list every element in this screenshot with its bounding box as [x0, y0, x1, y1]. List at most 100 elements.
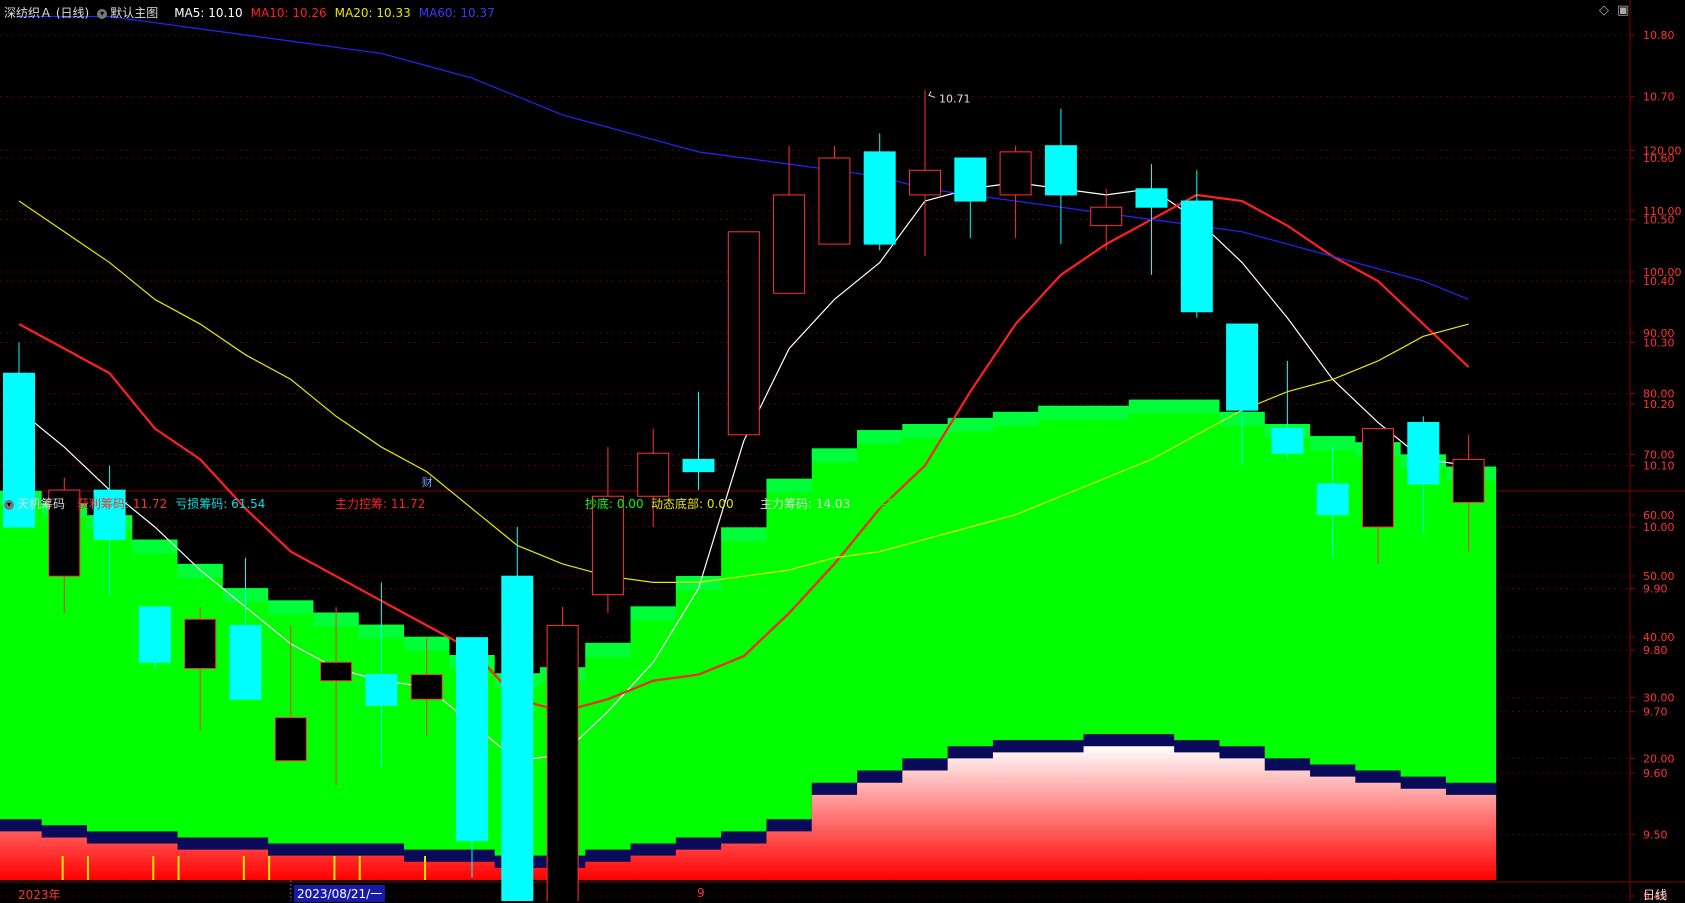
candle-up — [999, 151, 1032, 196]
chevron-down-icon: ▾ — [4, 499, 14, 510]
retail-chips-cap — [947, 417, 993, 432]
y-tick-label: 50.00 — [1643, 570, 1675, 583]
retail-chips-cap — [811, 448, 858, 463]
retail-chips-cap — [268, 600, 314, 615]
y-tick-label: 9.90 — [1643, 583, 1668, 596]
y-tick-label: 120.00 — [1643, 144, 1682, 157]
candle-up — [909, 169, 941, 196]
diamond-icon[interactable]: ◇ — [1599, 3, 1609, 18]
period-button[interactable]: 日线 — [1643, 886, 1667, 903]
candle-up — [320, 661, 353, 682]
y-tick-label: 9.50 — [1643, 829, 1668, 842]
bottom-marker — [242, 856, 245, 880]
retail-chips-cap — [630, 606, 676, 621]
bottom-marker — [424, 856, 427, 880]
candle-up — [773, 194, 806, 294]
retail-chips-cap — [902, 424, 948, 438]
bottom-marker — [152, 856, 155, 880]
candle-down — [954, 157, 987, 202]
y-tick-label: 10.10 — [1643, 460, 1675, 473]
ma5-value: MA5: 10.10 — [174, 6, 243, 20]
y-tick-label: 10.70 — [1643, 91, 1675, 104]
y-tick-label: 60.00 — [1643, 509, 1675, 522]
y-tick-label: 9.70 — [1643, 706, 1668, 719]
candle-down — [1135, 188, 1168, 208]
indicator-selector[interactable]: ▾ 天机筹码 — [4, 497, 73, 511]
candle-up — [1362, 428, 1394, 528]
retail-chips-cap — [1038, 405, 1084, 420]
candle-down — [1044, 145, 1077, 196]
candle-up — [274, 717, 307, 762]
year-label: 2023年 — [18, 888, 61, 902]
candle-down — [365, 674, 398, 706]
ma10-value: MA10: 10.26 — [250, 6, 327, 20]
y-tick-label: 10.00 — [1643, 521, 1675, 534]
candle-up — [818, 157, 851, 245]
candle-down — [1226, 323, 1259, 411]
retail-chips-cap — [857, 430, 903, 445]
retail-chips-cap — [1174, 399, 1220, 414]
chevron-down-icon: ▾ — [97, 8, 108, 19]
restore-icon[interactable]: ▣ — [1617, 3, 1629, 18]
y-tick-label: 90.00 — [1643, 327, 1675, 340]
high-label: 10.71 — [939, 92, 971, 105]
candle-down — [501, 575, 534, 901]
y-tick-label: 9.60 — [1643, 767, 1668, 780]
retail-chips-cap — [177, 563, 223, 578]
y-tick-label: 40.00 — [1643, 631, 1675, 644]
retail-chips-cap — [721, 527, 767, 542]
candle-down — [456, 637, 488, 842]
candle-up — [410, 674, 443, 700]
date-cursor-label: 2023/08/21/一 — [294, 885, 386, 902]
y-tick-label: 80.00 — [1643, 388, 1675, 401]
candle-down — [1316, 483, 1349, 516]
retail-chips-cap — [1083, 405, 1129, 420]
bottom-fishing: 抄底: 0.00 — [585, 497, 644, 511]
bottom-marker — [333, 856, 336, 880]
retail-chips: 小股民筹码: 63.72 — [851, 497, 954, 511]
template-label: 默认主图 — [110, 6, 159, 20]
dynamic-bottom: 动态底部: 0.00 — [651, 497, 734, 511]
main-control: 主力控筹: 11.72 — [335, 497, 426, 511]
candle-up — [637, 452, 670, 497]
bottom-marker — [358, 856, 361, 880]
candle-up — [184, 618, 217, 669]
candle-down — [229, 624, 262, 700]
y-tick-label: 70.00 — [1643, 448, 1675, 461]
candle-down — [682, 458, 715, 473]
y-tick-label: 30.00 — [1643, 692, 1675, 705]
window-controls: ◇ ▣ — [1599, 3, 1637, 18]
finance-marker: 财 — [422, 475, 433, 489]
ma60-value: MA60: 10.37 — [418, 6, 495, 20]
candle-up — [1090, 206, 1123, 227]
candle-down — [1271, 428, 1304, 454]
retail-chips-cap — [585, 642, 631, 657]
bottom-marker — [61, 856, 64, 880]
candle-down — [863, 151, 896, 245]
bottom-marker — [86, 856, 89, 880]
candle-up — [727, 231, 760, 436]
indicator-name: 天机筹码 — [17, 497, 66, 511]
candle-down — [1407, 421, 1440, 485]
template-selector[interactable]: ▾ 默认主图 — [97, 6, 166, 20]
sub-chart-header: ▾ 天机筹码 获利筹码: 11.72 亏损筹码: 61.54 — [4, 495, 273, 512]
candle-down — [1180, 200, 1213, 313]
chart-canvas[interactable]: 10.8010.7010.6010.5010.4010.3010.2010.10… — [0, 0, 1685, 901]
bottom-marker — [268, 856, 271, 880]
month-mark: 9 — [697, 886, 705, 900]
y-tick-label: 10.80 — [1643, 29, 1675, 42]
retail-chips-cap — [1128, 399, 1175, 414]
stock-name[interactable]: 深纺织Ａ (日线) — [4, 6, 89, 20]
y-tick-label: 9.80 — [1643, 644, 1668, 657]
candle-up — [546, 624, 579, 901]
retail-chips-cap — [766, 478, 812, 493]
candle-up — [1452, 458, 1485, 503]
y-tick-label: 110.00 — [1643, 205, 1682, 218]
ma20-value: MA20: 10.33 — [334, 6, 411, 20]
main-chart-header: 深纺织Ａ (日线) ▾ 默认主图 MA5: 10.10 MA10: 10.26 MA20:… — [4, 4, 503, 21]
bottom-marker — [177, 856, 180, 880]
main-chips: 主力筹码: 14.03 — [760, 497, 851, 511]
retail-chips-cap — [992, 411, 1039, 426]
loss-chips: 亏损筹码: 61.54 — [175, 497, 266, 511]
profit-chips: 获利筹码: 11.72 — [77, 497, 168, 511]
